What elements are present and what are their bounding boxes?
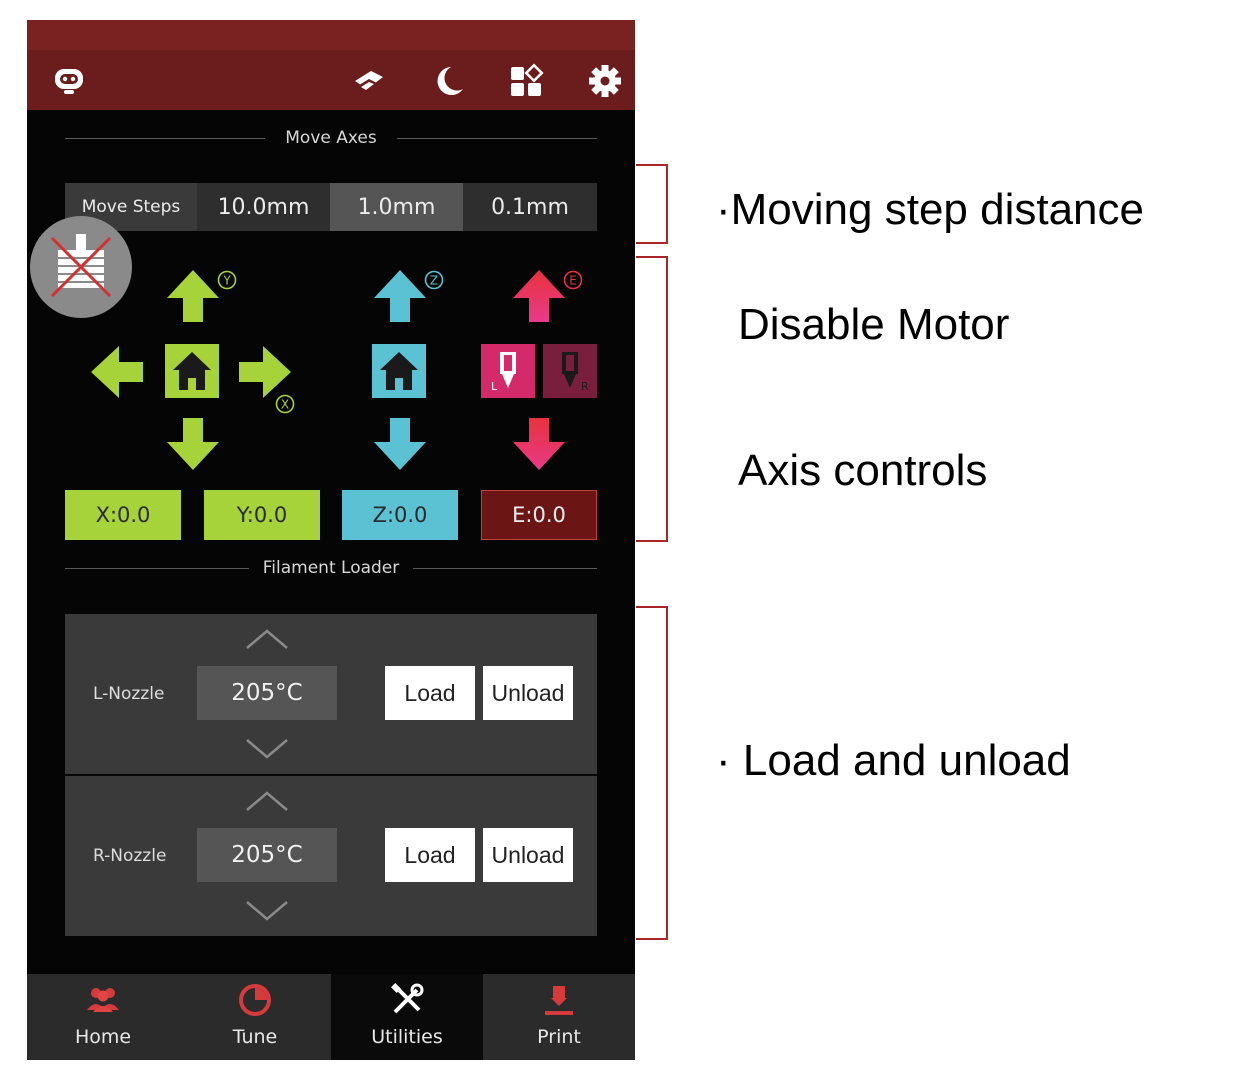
e-axis-marker-icon: E bbox=[563, 270, 583, 290]
tab-home[interactable]: Home bbox=[27, 974, 179, 1060]
tab-tune[interactable]: Tune bbox=[179, 974, 331, 1060]
z-axis-marker-icon: Z bbox=[424, 270, 444, 290]
chevron-up-icon[interactable] bbox=[245, 790, 289, 812]
annotation-load-unload: · Load and unload bbox=[716, 736, 1071, 785]
y-minus-arrow-icon[interactable] bbox=[165, 416, 221, 472]
r-nozzle-panel: R-Nozzle 205°C Load Unload bbox=[65, 776, 597, 936]
moon-icon[interactable] bbox=[431, 63, 467, 99]
chevron-down-icon[interactable] bbox=[245, 738, 289, 760]
y-position-readout: Y:0.0 bbox=[204, 490, 320, 540]
z-position-readout: Z:0.0 bbox=[342, 490, 458, 540]
bottom-nav: Home Tune Utilities Print bbox=[27, 974, 635, 1060]
filament-loader-title: Filament Loader bbox=[65, 558, 597, 578]
l-nozzle-load-button[interactable]: Load bbox=[385, 666, 475, 720]
x-axis-marker-icon: X bbox=[275, 394, 295, 414]
y-axis-marker-icon: Y bbox=[217, 270, 237, 290]
annotation-bracket-axes bbox=[636, 256, 668, 542]
extruder-icon: L bbox=[491, 352, 516, 393]
tab-utilities[interactable]: Utilities bbox=[331, 974, 483, 1060]
z-down-arrow-icon[interactable] bbox=[372, 416, 428, 472]
x-minus-arrow-icon[interactable] bbox=[89, 344, 145, 400]
disable-motor-button[interactable] bbox=[30, 216, 132, 318]
users-icon bbox=[87, 988, 119, 1012]
annotation-bracket-filament bbox=[636, 606, 668, 940]
r-nozzle-temp[interactable]: 205°C bbox=[197, 828, 337, 882]
filament-loader-title-text: Filament Loader bbox=[262, 558, 400, 578]
tab-print[interactable]: Print bbox=[483, 974, 635, 1060]
x-position-readout: X:0.0 bbox=[65, 490, 181, 540]
annotation-step-distance: ·Moving step distance bbox=[716, 185, 1144, 234]
left-extruder-select-button[interactable]: L bbox=[481, 344, 535, 398]
move-axes-title-text: Move Axes bbox=[285, 128, 377, 148]
extruder-icon: R bbox=[562, 352, 589, 393]
l-nozzle-label: L-Nozzle bbox=[93, 684, 165, 704]
z-axis-marker-text: Z bbox=[430, 274, 438, 288]
annotation-disable-motor: Disable Motor bbox=[738, 300, 1010, 349]
l-nozzle-panel: L-Nozzle 205°C Load Unload bbox=[65, 614, 597, 774]
x-axis-marker-text: X bbox=[281, 398, 289, 412]
l-nozzle-temp[interactable]: 205°C bbox=[197, 666, 337, 720]
right-extruder-select-button[interactable]: R bbox=[543, 344, 597, 398]
gear-icon[interactable] bbox=[587, 63, 623, 99]
robot-logo-icon[interactable] bbox=[51, 63, 87, 99]
disable-motor-icon bbox=[50, 234, 112, 298]
extruder-left-label: L bbox=[491, 380, 498, 393]
annotation-bracket-steps bbox=[636, 164, 668, 244]
printer-screen: Move Axes Move Steps 10.0mm 1.0mm 0.1mm … bbox=[27, 20, 635, 1060]
y-axis-marker-text: Y bbox=[222, 274, 231, 288]
z-up-arrow-icon[interactable] bbox=[372, 268, 428, 324]
step-1mm-button[interactable]: 1.0mm bbox=[330, 183, 463, 231]
e-position-readout: E:0.0 bbox=[481, 490, 597, 540]
annotation-axis-controls: Axis controls bbox=[738, 446, 988, 495]
pie-chart-icon bbox=[239, 984, 271, 1016]
move-steps-selector: Move Steps 10.0mm 1.0mm 0.1mm bbox=[65, 183, 597, 231]
filament-icon[interactable] bbox=[351, 63, 387, 99]
y-plus-arrow-icon[interactable] bbox=[165, 268, 221, 324]
home-z-button[interactable] bbox=[372, 344, 426, 398]
top-bar bbox=[27, 20, 635, 110]
home-icon bbox=[173, 352, 211, 390]
tab-print-label: Print bbox=[537, 1026, 581, 1048]
print-icon bbox=[545, 986, 573, 1015]
home-icon bbox=[380, 352, 418, 390]
tab-home-label: Home bbox=[74, 1026, 132, 1048]
home-xy-button[interactable] bbox=[165, 344, 219, 398]
chevron-down-icon[interactable] bbox=[245, 900, 289, 922]
r-nozzle-label: R-Nozzle bbox=[93, 846, 167, 866]
chevron-up-icon[interactable] bbox=[245, 628, 289, 650]
r-nozzle-unload-button[interactable]: Unload bbox=[483, 828, 573, 882]
tools-icon bbox=[391, 983, 424, 1014]
x-plus-arrow-icon[interactable] bbox=[237, 344, 293, 400]
r-nozzle-load-button[interactable]: Load bbox=[385, 828, 475, 882]
step-10mm-button[interactable]: 10.0mm bbox=[197, 183, 330, 231]
extruder-right-label: R bbox=[581, 380, 589, 393]
widgets-icon[interactable] bbox=[508, 63, 544, 99]
e-retract-arrow-icon[interactable] bbox=[511, 268, 567, 324]
l-nozzle-unload-button[interactable]: Unload bbox=[483, 666, 573, 720]
tab-tune-label: Tune bbox=[232, 1026, 278, 1048]
step-0-1mm-button[interactable]: 0.1mm bbox=[463, 183, 597, 231]
e-axis-marker-text: E bbox=[569, 274, 577, 288]
tab-utilities-label: Utilities bbox=[371, 1026, 443, 1048]
move-axes-title: Move Axes bbox=[65, 128, 597, 148]
e-extrude-arrow-icon[interactable] bbox=[511, 416, 567, 472]
